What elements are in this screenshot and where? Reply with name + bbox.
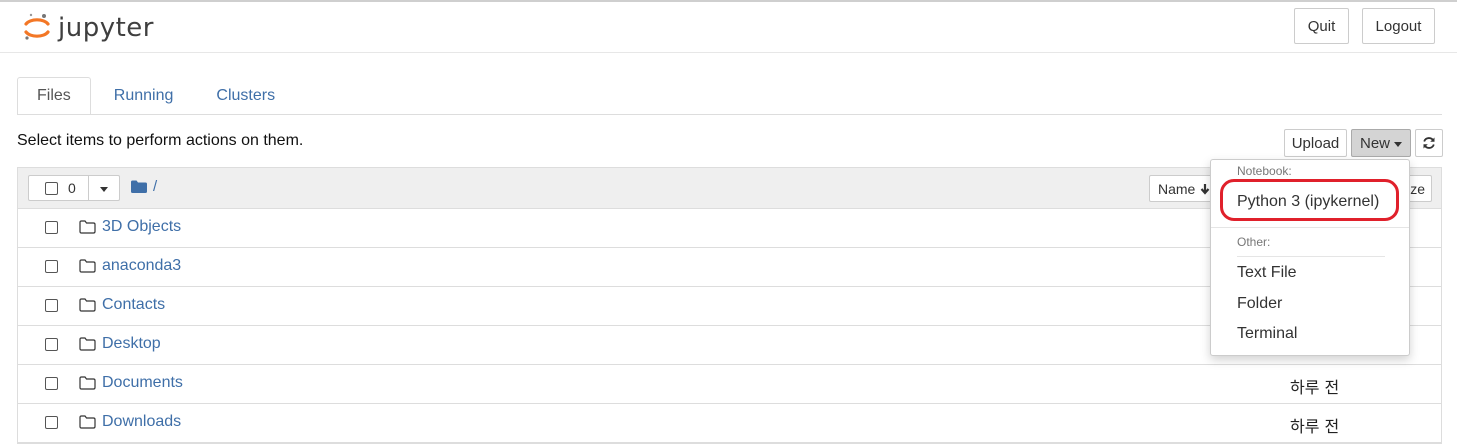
file-name-link[interactable]: anaconda3: [102, 257, 181, 275]
header-divider: [0, 52, 1457, 53]
logo-text: jupyter: [58, 13, 154, 43]
logout-button[interactable]: Logout: [1362, 8, 1435, 44]
caret-down-icon: [100, 186, 108, 192]
row-checkbox[interactable]: [45, 299, 58, 312]
row-checkbox[interactable]: [45, 377, 58, 390]
jupyter-logo[interactable]: jupyter: [22, 10, 154, 46]
tabs-divider: [17, 114, 1442, 115]
folder-icon: [79, 298, 96, 312]
refresh-button[interactable]: [1415, 129, 1443, 157]
select-all-checkbox[interactable]: [45, 181, 58, 195]
top-border: [0, 0, 1457, 2]
new-terminal-item[interactable]: Terminal: [1237, 325, 1297, 343]
select-all-toggle[interactable]: 0: [29, 176, 89, 200]
jupyter-logo-icon: [22, 11, 52, 45]
list-item[interactable]: Downloads 하루 전: [18, 404, 1441, 443]
breadcrumb[interactable]: /: [131, 178, 157, 195]
new-text-file-item[interactable]: Text File: [1237, 264, 1297, 282]
folder-icon: [79, 415, 96, 429]
new-dropdown-menu: Notebook: Python 3 (ipykernel) Other: Te…: [1210, 159, 1410, 356]
menu-divider: [1237, 256, 1385, 257]
refresh-icon: [1423, 137, 1435, 149]
new-folder-item[interactable]: Folder: [1237, 295, 1282, 313]
menu-divider: [1211, 227, 1409, 228]
upload-button[interactable]: Upload: [1284, 129, 1347, 157]
tab-running[interactable]: Running: [91, 77, 197, 114]
folder-filled-icon: [131, 180, 147, 193]
quit-button[interactable]: Quit: [1294, 8, 1349, 44]
select-all-group: 0: [28, 175, 120, 201]
breadcrumb-root[interactable]: /: [153, 178, 157, 195]
other-section-header: Other:: [1237, 235, 1271, 249]
row-checkbox[interactable]: [45, 416, 58, 429]
list-item[interactable]: Documents 하루 전: [18, 365, 1441, 404]
folder-icon: [79, 376, 96, 390]
row-checkbox[interactable]: [45, 260, 58, 273]
caret-down-icon: [1394, 141, 1402, 147]
notebook-section-header: Notebook:: [1237, 164, 1292, 178]
file-modified: 하루 전: [1290, 378, 1340, 397]
file-name-link[interactable]: Documents: [102, 374, 183, 392]
select-menu-toggle[interactable]: [89, 176, 119, 200]
file-name-link[interactable]: Desktop: [102, 335, 161, 353]
new-button[interactable]: New: [1351, 129, 1411, 157]
new-button-label: New: [1359, 134, 1390, 152]
row-checkbox[interactable]: [45, 221, 58, 234]
tab-files[interactable]: Files: [17, 77, 91, 115]
selected-count: 0: [68, 180, 76, 196]
folder-icon: [79, 259, 96, 273]
file-name-link[interactable]: Contacts: [102, 296, 165, 314]
folder-icon: [79, 220, 96, 234]
file-modified: 하루 전: [1290, 417, 1340, 436]
file-name-link[interactable]: Downloads: [102, 413, 181, 431]
file-name-link[interactable]: 3D Objects: [102, 218, 181, 236]
highlight-annotation: [1220, 179, 1399, 221]
sort-name-label: Name: [1158, 180, 1196, 197]
tab-clusters[interactable]: Clusters: [196, 77, 295, 114]
folder-icon: [79, 337, 96, 351]
row-checkbox[interactable]: [45, 338, 58, 351]
selection-hint: Select items to perform actions on them.: [17, 132, 304, 149]
tab-bar: Files Running Clusters: [17, 77, 295, 115]
